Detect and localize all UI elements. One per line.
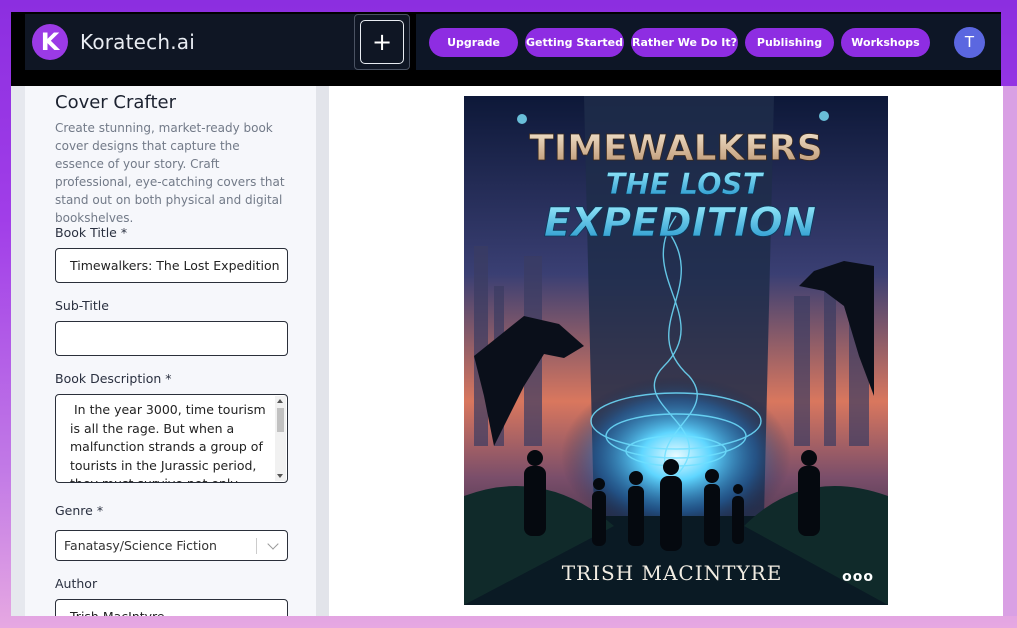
scroll-thumb[interactable] (277, 408, 284, 432)
cover-title-line2: THE LOST (606, 167, 765, 201)
right-edge (1003, 86, 1017, 616)
top-nav: Upgrade Getting Started Rather We Do It?… (416, 14, 1001, 70)
left-gutter (11, 86, 25, 616)
genre-select[interactable]: Fanatasy/Science Fiction (55, 530, 288, 561)
brand: K Koratech.ai + (25, 14, 410, 70)
plus-icon: + (360, 20, 404, 64)
main-content: Cover Crafter Create stunning, market-re… (11, 86, 1003, 616)
genre-label: Genre * (55, 503, 104, 518)
chevron-down-icon[interactable] (267, 538, 279, 550)
book-description-text: In the year 3000, time tourism is all th… (70, 402, 266, 482)
genre-selected-value: Fanatasy/Science Fiction (64, 538, 217, 553)
book-description-textarea[interactable]: In the year 3000, time tourism is all th… (55, 394, 288, 483)
scroll-up-arrow-icon[interactable] (277, 399, 283, 403)
brand-name: Koratech.ai (80, 30, 196, 54)
user-avatar[interactable]: T (954, 26, 985, 58)
generated-book-cover[interactable]: TIMEWALKERS THE LOST EXPEDITION TRISH MA… (464, 96, 888, 605)
more-options-icon[interactable]: ooo (842, 569, 874, 585)
nav-workshops-button[interactable]: Workshops (841, 27, 930, 57)
author-input[interactable]: Trish MacIntyre (55, 599, 288, 616)
koratech-logo-icon[interactable]: K (32, 24, 68, 60)
nav-publishing-button[interactable]: Publishing (745, 27, 834, 57)
scroll-down-arrow-icon[interactable] (277, 474, 283, 478)
sub-title-input[interactable] (55, 321, 288, 356)
cover-crafter-panel: Cover Crafter Create stunning, market-re… (25, 86, 316, 616)
cover-title-line3: EXPEDITION (544, 200, 817, 246)
panel-divider (316, 86, 329, 616)
nav-getting-started-button[interactable]: Getting Started (525, 27, 624, 57)
book-title-label: Book Title * (55, 225, 128, 240)
sub-title-label: Sub-Title (55, 298, 109, 313)
panel-title: Cover Crafter (55, 92, 176, 113)
cover-artwork: TIMEWALKERS THE LOST EXPEDITION TRISH MA… (464, 96, 888, 605)
book-title-input[interactable]: Timewalkers: The Lost Expedition (55, 248, 288, 283)
textarea-scrollbar[interactable] (275, 396, 286, 481)
cover-title-line1: TIMEWALKERS (529, 128, 822, 169)
author-label: Author (55, 576, 98, 591)
top-bar: K Koratech.ai + Upgrade Getting Started … (11, 12, 1001, 86)
new-project-button[interactable]: + (354, 14, 410, 70)
panel-description: Create stunning, market-ready book cover… (55, 121, 285, 225)
select-divider (256, 538, 257, 554)
book-description-label: Book Description * (55, 371, 172, 386)
cover-author: TRISH MACINTYRE (562, 561, 783, 585)
nav-upgrade-button[interactable]: Upgrade (429, 27, 518, 57)
nav-rather-we-do-it-button[interactable]: Rather We Do It? (631, 27, 738, 57)
